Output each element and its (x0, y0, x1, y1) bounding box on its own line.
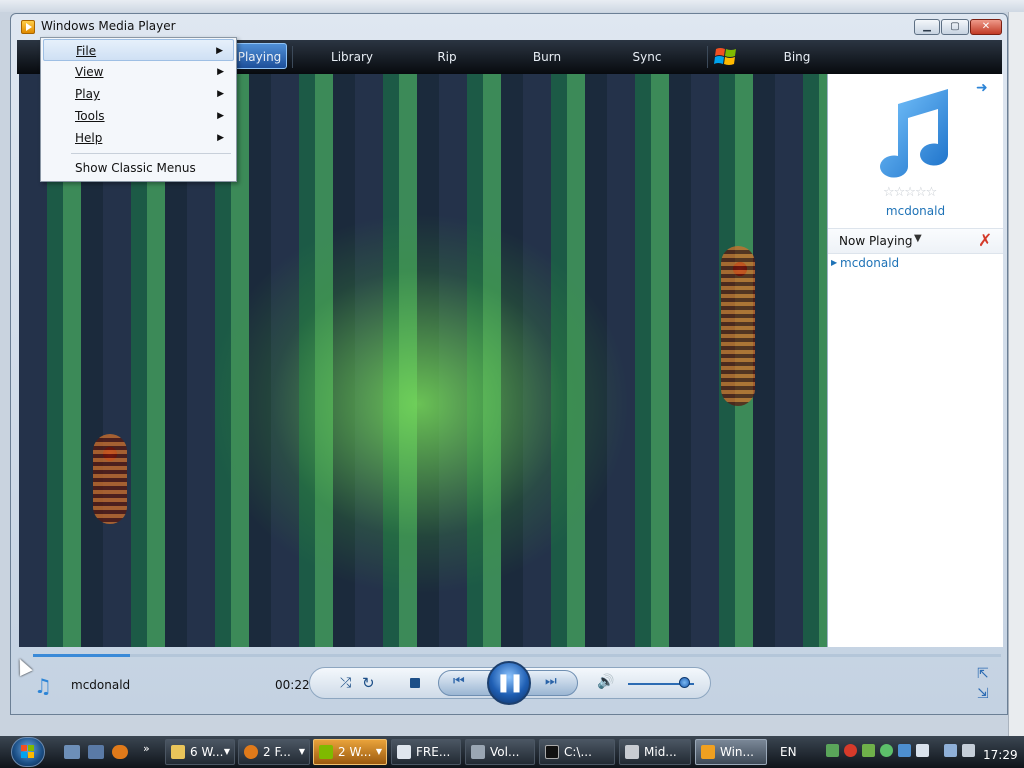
submenu-arrow-icon: ▶ (217, 89, 224, 99)
windows-logo-icon (714, 48, 736, 65)
tab-divider (292, 46, 293, 68)
pause-button[interactable]: ❚❚ (487, 661, 531, 705)
elapsed-time: 00:22 (275, 678, 310, 692)
device-icon[interactable] (916, 744, 929, 757)
switch-to-compact-icon[interactable]: ⇲ (977, 686, 989, 702)
quick-launch-chevron-icon[interactable]: » (143, 742, 150, 755)
chevron-down-icon: ▼ (375, 747, 382, 756)
visualization-ring (93, 434, 127, 524)
switch-to-skin-icon[interactable]: ⇱ (977, 666, 989, 682)
visualization-ring (721, 246, 755, 406)
firefox-icon (244, 745, 258, 759)
submenu-arrow-icon: ▶ (217, 133, 224, 143)
document-icon (397, 745, 411, 759)
repeat-icon[interactable]: ↻ (362, 674, 375, 692)
current-track-title: mcdonald (71, 678, 131, 692)
seek-bar[interactable] (33, 654, 1001, 657)
layout-menu: File ▶ View ▶ Play ▶ Tools ▶ Help ▶ Show Clas… (40, 37, 237, 182)
menu-item-file[interactable]: File ▶ (43, 39, 234, 61)
desktop-right-strip (1008, 12, 1024, 736)
command-prompt-icon (545, 745, 559, 759)
desktop-top-strip (0, 0, 1024, 12)
now-playing-header: Now Playing ▼ ✗ (828, 228, 1003, 254)
speaker-icon[interactable] (962, 744, 975, 757)
tab-divider (707, 46, 708, 68)
tab-sync[interactable]: Sync (607, 40, 687, 74)
chevron-down-icon: ▼ (223, 747, 230, 756)
taskbar-button[interactable]: 2 W... ▼ (313, 739, 387, 765)
minimize-button[interactable]: ▁ (914, 19, 940, 35)
media-player-icon (21, 20, 35, 34)
tab-burn[interactable]: Burn (507, 40, 587, 74)
bluetooth-icon[interactable] (898, 744, 911, 757)
playlist-item[interactable]: mcdonald (840, 256, 899, 270)
now-playing-dropdown[interactable]: Now Playing (839, 234, 913, 248)
system-tray: 17:29 (824, 739, 1024, 765)
music-note-icon (880, 89, 949, 178)
taskbar-button[interactable]: Mid... (619, 739, 691, 765)
network-icon[interactable] (944, 744, 957, 757)
playback-controls: ⤮ ↻ ⏮ ⏭ ❚❚ 🔊 (309, 661, 711, 705)
volume-icon (471, 745, 485, 759)
start-button[interactable] (11, 737, 45, 767)
play-indicator-icon: ▶ (831, 258, 838, 267)
maximize-button[interactable]: ▢ (941, 19, 969, 35)
tab-bing[interactable]: Bing (752, 40, 842, 74)
switch-windows-icon[interactable] (88, 745, 104, 759)
album-title[interactable]: mcdonald (828, 204, 1003, 218)
menu-item-play[interactable]: Play ▶ (43, 83, 234, 105)
music-note-icon: ♫ (34, 674, 52, 698)
submenu-arrow-icon: ▶ (217, 67, 224, 77)
close-button[interactable]: ✕ (970, 19, 1002, 35)
taskbar-button[interactable]: FRE... (391, 739, 461, 765)
show-desktop-icon[interactable] (64, 745, 80, 759)
security-alert-icon[interactable] (844, 744, 857, 757)
folder-icon (171, 745, 185, 759)
messenger-icon[interactable] (880, 744, 893, 757)
window-title: Windows Media Player (41, 19, 176, 33)
previous-track-icon[interactable]: ⏮ (453, 674, 465, 689)
volume-slider-thumb[interactable] (679, 677, 691, 688)
chevron-down-icon: ▼ (298, 747, 305, 756)
windows-icon (319, 745, 333, 759)
media-player-icon (701, 745, 715, 759)
menu-item-tools[interactable]: Tools ▶ (43, 105, 234, 127)
clear-list-icon[interactable]: ✗ (978, 231, 992, 251)
tab-library[interactable]: Library (302, 40, 402, 74)
seek-progress (33, 654, 130, 657)
tab-rip[interactable]: Rip (412, 40, 482, 74)
check-icon[interactable] (862, 744, 875, 757)
network-share-icon[interactable] (826, 744, 839, 757)
arrow-right-icon[interactable]: ➜ (976, 80, 988, 96)
shuffle-icon[interactable]: ⤮ (340, 675, 351, 691)
submenu-arrow-icon: ▶ (216, 46, 223, 56)
taskbar-button[interactable]: Win... (695, 739, 767, 765)
menu-item-help[interactable]: Help ▶ (43, 127, 234, 149)
clock[interactable]: 17:29 (983, 748, 1018, 762)
menu-item-show-classic-menus[interactable]: Show Classic Menus (43, 157, 234, 179)
taskbar-button[interactable]: 6 W... ▼ (165, 739, 235, 765)
taskbar-button[interactable]: Vol... (465, 739, 535, 765)
midi-icon (625, 745, 639, 759)
taskbar-button[interactable]: C:\... (539, 739, 615, 765)
tab-now-playing[interactable]: Playing (232, 43, 287, 69)
volume-icon[interactable]: 🔊 (597, 674, 614, 690)
next-track-icon[interactable]: ⏭ (545, 674, 557, 689)
stop-button[interactable] (410, 678, 420, 688)
language-indicator[interactable]: EN (780, 745, 797, 759)
menu-item-view[interactable]: View ▶ (43, 61, 234, 83)
rating-stars[interactable]: ☆☆☆☆☆ (883, 185, 937, 200)
firefox-icon[interactable] (112, 745, 128, 759)
windows-logo-icon (21, 745, 34, 758)
taskbar-button[interactable]: 2 F... ▼ (238, 739, 310, 765)
menu-separator (71, 153, 231, 154)
submenu-arrow-icon: ▶ (217, 111, 224, 121)
list-pane: ➜ ☆☆☆☆☆ mcdonald Now Playing ▼ ✗ ▶ mcdon… (827, 74, 1003, 647)
chevron-down-icon[interactable]: ▼ (914, 233, 922, 244)
